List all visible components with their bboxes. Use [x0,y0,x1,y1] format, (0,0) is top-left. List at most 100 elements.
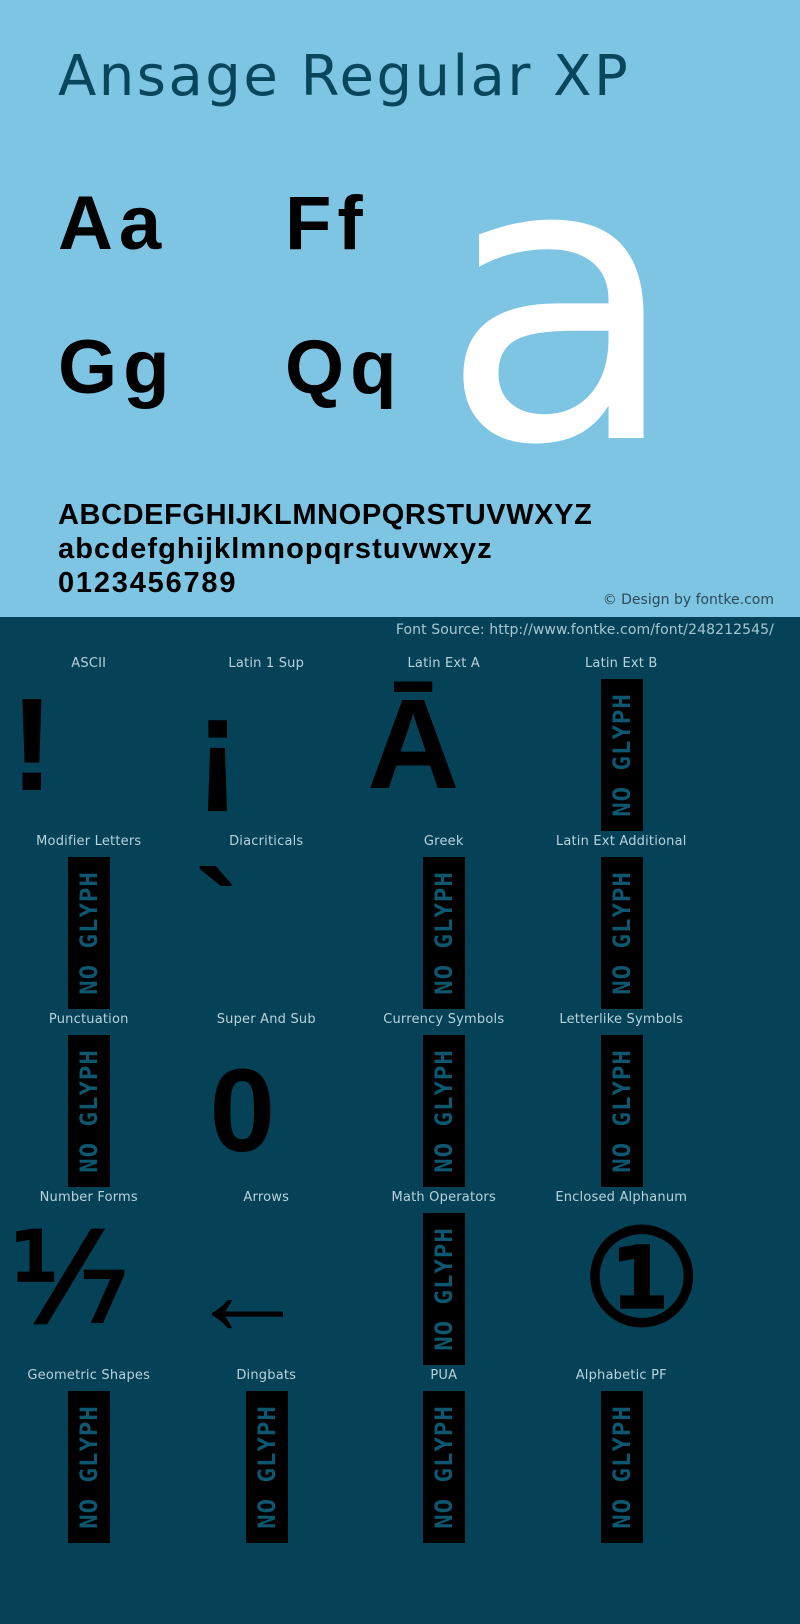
coverage-cell-label: Number Forms [39,1190,138,1205]
coverage-cell-glyph: ← [188,1213,355,1363]
glyph-sample: 0 [209,1045,276,1177]
no-glyph-label: NO GLYPH [607,693,636,817]
coverage-cell-number-forms[interactable]: Number Forms ⅐ [0,1187,178,1365]
alphabet-uppercase: ABCDEFGHIJKLMNOPQRSTUVWXYZ [58,499,593,531]
no-glyph-label: NO GLYPH [607,871,636,995]
coverage-cell-glyph: NO GLYPH [543,1035,710,1187]
coverage-cell-label: PUA [430,1368,458,1383]
no-glyph-box: NO GLYPH [423,1391,465,1543]
coverage-cell-punctuation[interactable]: Punctuation NO GLYPH [0,1009,178,1187]
coverage-cell-diacriticals[interactable]: Diacriticals ` [178,831,356,1009]
no-glyph-label: NO GLYPH [75,871,103,995]
alphabet-lowercase: abcdefghijklmnopqrstuvwxyz [58,533,493,565]
no-glyph-box: NO GLYPH [423,1213,465,1365]
coverage-cell-label: Letterlike Symbols [559,1012,684,1027]
no-glyph-box: NO GLYPH [245,1391,288,1543]
coverage-cell-glyph: NO GLYPH [10,857,177,1009]
alphabet-digits: 0123456789 [58,567,238,599]
sample-pair-aa: Aa [58,181,168,266]
coverage-cell-glyph: NO GLYPH [543,679,710,831]
coverage-cell-arrows[interactable]: Arrows ← [178,1187,356,1365]
coverage-cell-glyph: ① [543,1213,710,1363]
glyph-sample: ` [195,845,239,988]
coverage-cell-label: Arrows [243,1190,290,1205]
coverage-cell-geometric-shapes[interactable]: Geometric Shapes NO GLYPH [0,1365,178,1543]
coverage-cell-enclosed-alphanum[interactable]: Enclosed Alphanum ① [533,1187,711,1365]
coverage-row: Punctuation NO GLYPH Super And Sub 0 Currenc… [0,1009,800,1187]
coverage-cell-glyph: ` [188,851,355,1007]
coverage-cell-label: Latin Ext Additional [555,834,687,849]
glyph-sample: ! [10,671,54,818]
coverage-cell-dingbats[interactable]: Dingbats NO GLYPH [178,1365,356,1543]
coverage-cell-glyph: NO GLYPH [188,1391,355,1543]
coverage-cell-letterlike-symbols[interactable]: Letterlike Symbols NO GLYPH [533,1009,711,1187]
coverage-cell-label: Currency Symbols [383,1012,505,1027]
no-glyph-label: NO GLYPH [430,871,458,995]
font-specimen-page: Ansage Regular XP Aa Ff Gg Qq a ABCDEFGH… [0,0,800,1624]
no-glyph-box: NO GLYPH [68,1391,110,1543]
coverage-cell-label: Super And Sub [216,1012,316,1027]
coverage-cell-alphabetic-pf[interactable]: Alphabetic PF NO GLYPH [533,1365,711,1543]
coverage-row: Number Forms ⅐ Arrows ← Math Operators NO GLY… [0,1187,800,1365]
coverage-cell-label: Greek [423,834,464,849]
feature-glyph: a [440,76,679,530]
coverage-cell-label: Latin Ext A [407,656,481,671]
sample-pair-qq: Qq [285,325,403,410]
coverage-cell-glyph: Ā [365,679,532,829]
coverage-cell-math-operators[interactable]: Math Operators NO GLYPH [355,1187,533,1365]
coverage-cell-glyph: NO GLYPH [365,1391,532,1543]
sample-pair-ff: Ff [285,181,369,266]
no-glyph-box: NO GLYPH [68,1035,110,1187]
no-glyph-box: NO GLYPH [600,1035,643,1187]
coverage-row: Geometric Shapes NO GLYPH Dingbats NO GLYPH… [0,1365,800,1543]
coverage-cell-latin-ext-a[interactable]: Latin Ext A Ā [355,653,533,831]
coverage-cell-latin-1-sup[interactable]: Latin 1 Sup ¡ [178,653,356,831]
coverage-cell-glyph: 0 [188,1035,355,1185]
coverage-cell-label: Alphabetic PF [575,1368,667,1383]
glyph-sample: ① [582,1205,701,1352]
coverage-cell-glyph: ⅐ [10,1213,177,1363]
coverage-cell-label: Math Operators [391,1190,496,1205]
coverage-cell-glyph: ! [10,679,177,829]
no-glyph-box: NO GLYPH [423,857,465,1009]
no-glyph-label: NO GLYPH [430,1405,458,1529]
coverage-row: ASCII! Latin 1 Sup ¡ Latin Ext A Ā Latin Ext … [0,653,800,831]
coverage-cell-glyph: NO GLYPH [10,1035,177,1187]
no-glyph-box: NO GLYPH [68,857,110,1009]
no-glyph-label: NO GLYPH [430,1227,458,1351]
coverage-cell-label: Geometric Shapes [27,1368,151,1383]
coverage-row: Modifier Letters NO GLYPH Diacriticals ` Gre… [0,831,800,1009]
coverage-cell-currency-symbols[interactable]: Currency Symbols NO GLYPH [355,1009,533,1187]
coverage-cell-latin-ext-b[interactable]: Latin Ext B NO GLYPH [533,653,711,831]
specimen-preview-panel: Ansage Regular XP Aa Ff Gg Qq a ABCDEFGH… [0,0,800,617]
glyph-sample: ¡ [195,671,240,818]
coverage-cell-glyph: NO GLYPH [543,857,710,1009]
coverage-cell-glyph: NO GLYPH [365,1213,532,1365]
coverage-grid: ASCII! Latin 1 Sup ¡ Latin Ext A Ā Latin Ext … [0,653,800,1543]
glyph-sample: Ā [367,673,460,816]
coverage-cell-glyph: NO GLYPH [365,857,532,1009]
coverage-cell-glyph: ¡ [188,679,355,829]
coverage-cell-pua[interactable]: PUA NO GLYPH [355,1365,533,1543]
glyph-sample: ← [187,1226,308,1360]
coverage-cell-greek[interactable]: Greek NO GLYPH [355,831,533,1009]
coverage-cell-ascii[interactable]: ASCII! [0,653,178,831]
font-source-link[interactable]: Font Source: http://www.fontke.com/font/… [396,622,774,638]
glyph-sample: ⅐ [10,1211,129,1347]
coverage-cell-super-and-sub[interactable]: Super And Sub 0 [178,1009,356,1187]
coverage-cell-label: Punctuation [48,1012,129,1027]
coverage-cell-glyph: NO GLYPH [543,1391,710,1543]
coverage-cell-label: Modifier Letters [36,834,142,849]
coverage-cell-glyph: NO GLYPH [365,1035,532,1187]
no-glyph-box: NO GLYPH [600,679,643,831]
coverage-cell-glyph: NO GLYPH [10,1391,177,1543]
no-glyph-label: NO GLYPH [607,1405,636,1529]
coverage-cell-latin-ext-additional[interactable]: Latin Ext Additional NO GLYPH [533,831,711,1009]
no-glyph-label: NO GLYPH [252,1405,281,1529]
coverage-cell-label: Latin Ext B [584,656,658,671]
no-glyph-label: NO GLYPH [75,1049,103,1173]
coverage-cell-modifier-letters[interactable]: Modifier Letters NO GLYPH [0,831,178,1009]
no-glyph-box: NO GLYPH [600,1391,643,1543]
unicode-coverage-panel: Font Source: http://www.fontke.com/font/… [0,617,800,1624]
no-glyph-box: NO GLYPH [423,1035,465,1187]
